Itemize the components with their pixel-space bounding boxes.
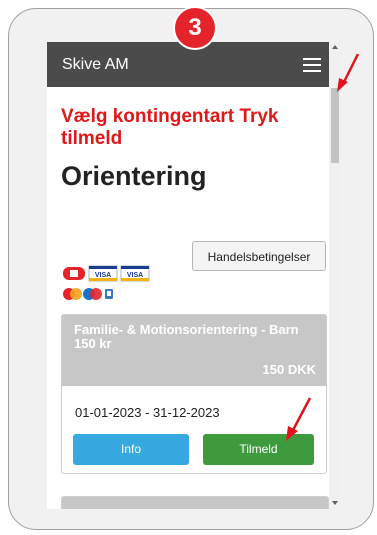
step-number-badge: 3 [173,6,217,50]
page-scrollbar[interactable] [330,42,340,509]
red-arrow-signup-icon [286,397,312,441]
membership-title: Familie- & Motionsorientering - Barn 150… [74,322,299,351]
membership-period: 01-01-2023 - 31-12-2023 [75,405,220,420]
info-button[interactable]: Info [73,434,189,465]
payment-icons: VISA VISA [63,265,150,300]
scroll-thumb[interactable] [331,88,339,163]
svg-text:VISA: VISA [127,272,143,279]
terms-button[interactable]: Handelsbetingelser [192,241,326,271]
instruction-heading: Vælg kontingentart Tryk tilmeld [61,106,279,149]
page-title: Orientering [61,161,207,191]
red-arrow-scroll-icon [337,53,360,92]
visa-electron-icon: VISA [120,265,150,282]
mastercard-icon [63,288,82,300]
scroll-down-arrow-icon[interactable] [332,501,338,505]
membership-card: Familie- & Motionsorientering - Barn 150… [61,314,327,474]
visa-icon: VISA [88,265,118,282]
svg-text:VISA: VISA [95,272,111,279]
membership-price: 150 DKK [262,362,316,377]
dankort-icon [63,267,85,280]
membership-card-header: Familie- & Motionsorientering - Barn 150… [62,315,326,386]
scroll-up-arrow-icon[interactable] [332,45,338,49]
maestro-icon [83,288,102,300]
mobilepay-icon [105,289,113,299]
site-title[interactable]: Skive AM [62,56,129,74]
hamburger-icon[interactable] [303,58,321,72]
next-membership-card[interactable] [61,496,329,509]
